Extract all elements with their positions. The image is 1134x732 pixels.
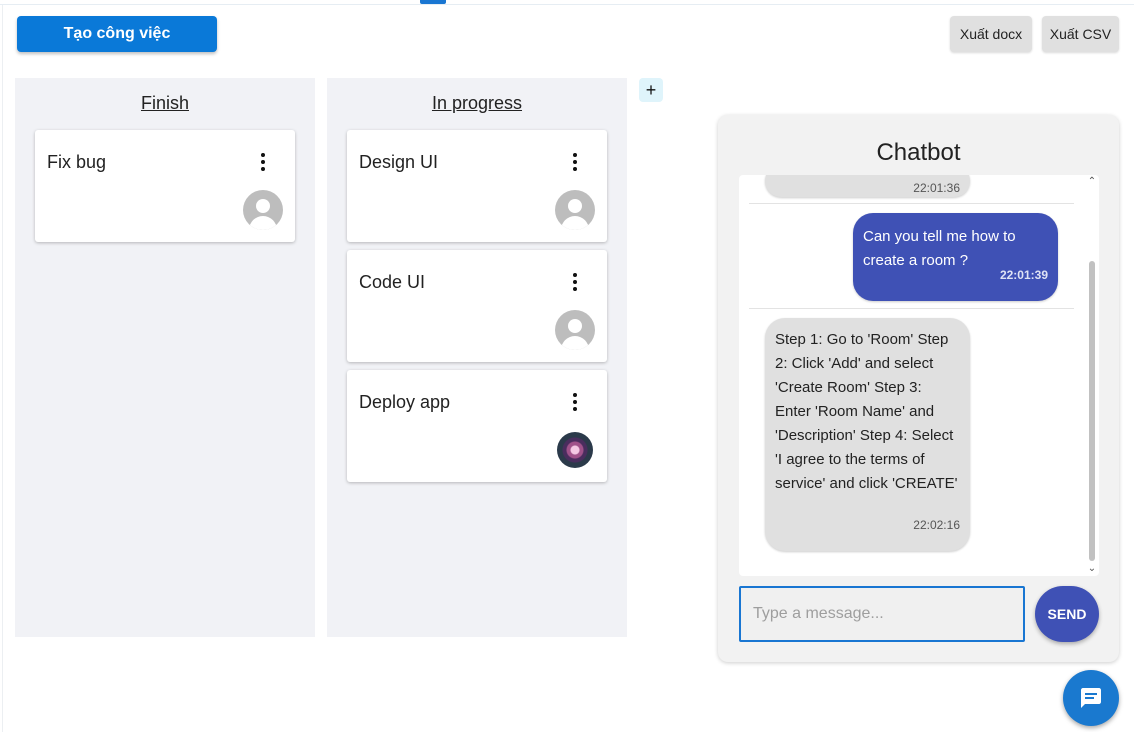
- column-finish: Finish Fix bug: [15, 78, 315, 637]
- chat-bubble-icon: [1081, 688, 1101, 708]
- chat-scrollbar[interactable]: ⌃ ⌄: [1087, 175, 1097, 576]
- chat-message-bot: Step 1: Go to 'Room' Step 2: Click 'Add'…: [765, 318, 970, 551]
- flower-avatar-icon: [557, 432, 593, 468]
- message-time: 22:01:39: [999, 268, 1048, 282]
- more-vertical-icon[interactable]: [569, 273, 581, 291]
- chat-toggle-button[interactable]: [1063, 670, 1119, 726]
- message-divider: [749, 308, 1074, 309]
- column-title[interactable]: In progress: [327, 93, 627, 114]
- task-card[interactable]: Code UI: [347, 250, 607, 362]
- send-button[interactable]: SEND: [1035, 586, 1099, 642]
- user-avatar-icon: [243, 190, 283, 230]
- task-card[interactable]: Design UI: [347, 130, 607, 242]
- export-docx-button[interactable]: Xuất docx: [950, 16, 1032, 52]
- scrollbar-thumb[interactable]: [1089, 261, 1095, 561]
- user-avatar-icon: [555, 190, 595, 230]
- message-divider: [749, 203, 1074, 204]
- export-csv-button[interactable]: Xuất CSV: [1042, 16, 1119, 52]
- more-vertical-icon[interactable]: [569, 153, 581, 171]
- scroll-down-arrow-icon[interactable]: ⌄: [1087, 564, 1097, 574]
- chatbot-panel: Chatbot 22:01:36 Can you tell me how to …: [718, 115, 1119, 662]
- chat-message-input[interactable]: [739, 586, 1025, 642]
- more-vertical-icon[interactable]: [257, 153, 269, 171]
- chat-message-user: Can you tell me how to create a room ? 2…: [853, 213, 1058, 301]
- task-title: Fix bug: [47, 152, 107, 172]
- task-card[interactable]: Deploy app: [347, 370, 607, 482]
- add-column-button[interactable]: +: [639, 78, 663, 102]
- chat-message-list[interactable]: 22:01:36 Can you tell me how to create a…: [739, 175, 1099, 576]
- create-task-button[interactable]: Tạo công việc: [17, 16, 217, 52]
- top-tab-indicator: [420, 0, 446, 4]
- user-avatar-icon: [555, 310, 595, 350]
- page: Tạo công việc Xuất docx Xuất CSV Finish …: [0, 0, 1134, 732]
- column-title[interactable]: Finish: [15, 93, 315, 114]
- message-time: 22:02:16: [913, 518, 960, 532]
- task-title: Deploy app: [359, 392, 451, 412]
- scroll-up-arrow-icon[interactable]: ⌃: [1087, 177, 1097, 187]
- column-in-progress: In progress Design UI Code UI Deploy app: [327, 78, 627, 637]
- top-divider: [0, 4, 1134, 5]
- more-vertical-icon[interactable]: [569, 393, 581, 411]
- chatbot-title: Chatbot: [876, 139, 961, 166]
- task-card[interactable]: Fix bug: [35, 130, 295, 242]
- task-title: Design UI: [359, 152, 439, 172]
- message-text: Step 1: Go to 'Room' Step 2: Click 'Add'…: [775, 331, 958, 492]
- chat-message-bot-previous: 22:01:36: [765, 175, 970, 197]
- message-time: 22:01:36: [913, 181, 960, 195]
- left-divider: [2, 5, 3, 732]
- task-title: Code UI: [359, 272, 426, 292]
